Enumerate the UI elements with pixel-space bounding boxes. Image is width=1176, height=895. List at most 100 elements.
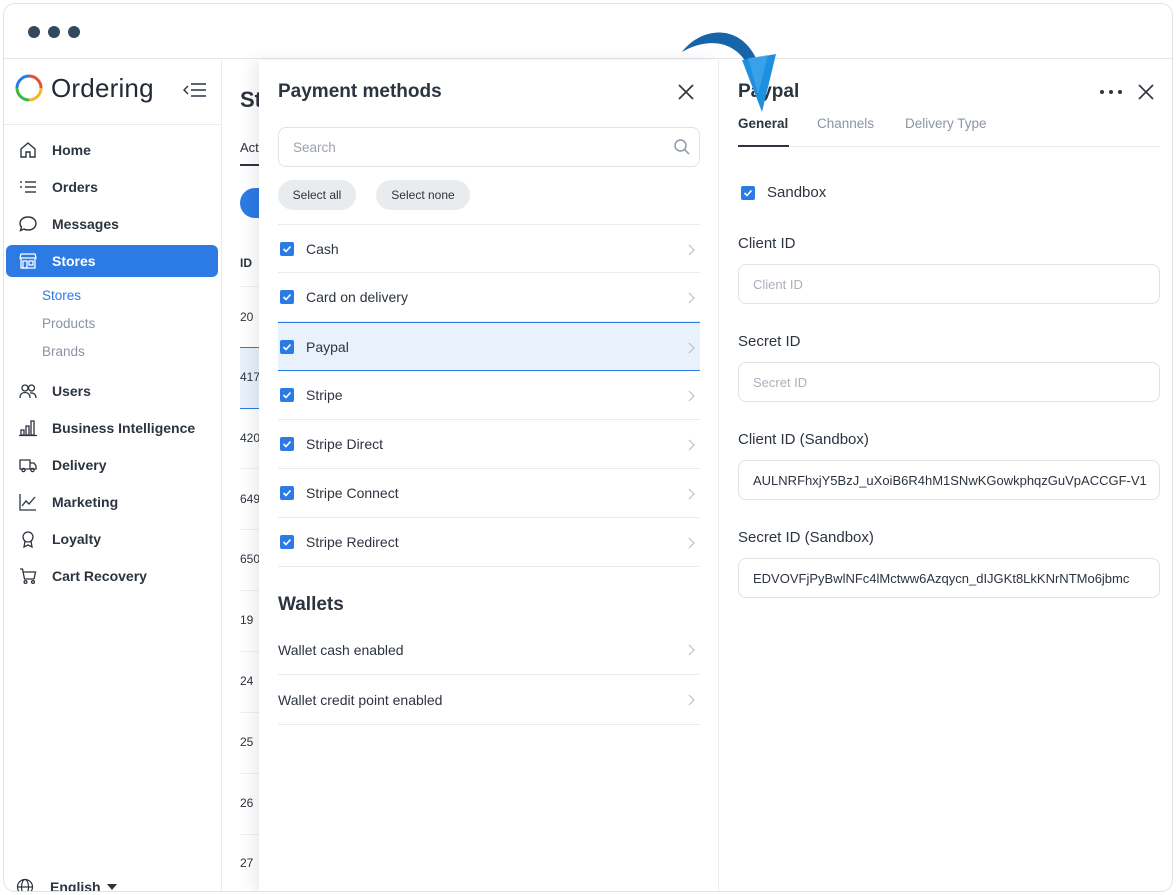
active-tab-underline (738, 145, 789, 147)
collapse-sidebar-icon[interactable] (182, 80, 208, 100)
chevron-right-icon (688, 292, 695, 304)
wallet-row[interactable]: Wallet cash enabled (278, 625, 700, 675)
payment-method-label: Stripe Redirect (306, 534, 399, 550)
chevron-right-icon (688, 644, 695, 656)
brand-logo[interactable]: Ordering (14, 72, 154, 104)
select-none-button[interactable]: Select none (376, 180, 470, 210)
store-id[interactable]: 25 (240, 735, 253, 749)
window-control-dot[interactable] (28, 26, 40, 38)
home-icon (18, 140, 38, 160)
sidebar-item-messages[interactable]: Messages (6, 208, 218, 240)
sidebar-subitem-brands[interactable]: Brands (42, 344, 85, 359)
store-id[interactable]: 650 (240, 552, 260, 566)
sidebar-item-business-intelligence[interactable]: Business Intelligence (6, 412, 218, 444)
payment-method-row[interactable]: Stripe (278, 371, 700, 420)
check-icon (282, 245, 292, 253)
sidebar-item-label: Delivery (52, 457, 107, 473)
payment-method-label: Paypal (306, 338, 349, 355)
panel-title: Payment methods (278, 81, 442, 102)
store-id[interactable]: 420 (240, 431, 260, 445)
payment-method-row[interactable]: Cash (278, 224, 700, 273)
secret-id-label: Secret ID (738, 333, 801, 350)
sidebar-item-label: Loyalty (52, 531, 102, 547)
sidebar-item-label: Home (52, 142, 91, 158)
app-window: Ordering Home Orders Messages Stores Sto… (3, 3, 1173, 892)
store-id[interactable]: 417 (240, 370, 260, 384)
payment-method-row[interactable]: Stripe Direct (278, 420, 700, 469)
store-id[interactable]: 19 (240, 613, 253, 627)
sidebar-item-label: Marketing (52, 494, 119, 510)
check-icon (282, 489, 292, 497)
chevron-right-icon (688, 244, 695, 256)
check-icon (282, 538, 292, 546)
sidebar-subitem-products[interactable]: Products (42, 316, 95, 331)
sandbox-toggle[interactable]: Sandbox (739, 184, 826, 201)
award-icon (18, 529, 38, 549)
checkbox-checked[interactable] (280, 388, 294, 402)
payment-method-label: Stripe Connect (306, 485, 399, 501)
wallet-label: Wallet cash enabled (278, 641, 404, 658)
store-id[interactable]: 20 (240, 310, 253, 324)
payment-method-row[interactable]: Stripe Redirect (278, 518, 700, 567)
client-id-sandbox-label: Client ID (Sandbox) (738, 431, 869, 448)
window-control-dot[interactable] (48, 26, 60, 38)
secret-id-sandbox-label: Secret ID (Sandbox) (738, 529, 874, 546)
caret-down-icon (106, 884, 117, 890)
secret-id-field[interactable] (738, 362, 1160, 402)
payment-method-row[interactable]: Card on delivery (278, 273, 700, 322)
window-control-dot[interactable] (68, 26, 80, 38)
stores-page-background: St Act ID 20 417 420 649 650 19 24 25 26… (223, 60, 263, 891)
sidebar-item-home[interactable]: Home (6, 134, 218, 166)
store-id[interactable]: 27 (240, 856, 253, 870)
sidebar-item-stores[interactable]: Stores (6, 245, 218, 277)
check-icon (282, 391, 292, 399)
payment-method-label: Cash (306, 240, 339, 257)
sidebar-subitem-stores[interactable]: Stores (42, 288, 81, 303)
check-icon (743, 189, 753, 197)
checkbox-checked[interactable] (280, 437, 294, 451)
secret-id-sandbox-field[interactable] (738, 558, 1160, 598)
checkbox-checked[interactable] (741, 185, 755, 200)
payment-method-label: Stripe Direct (306, 436, 384, 452)
tab-delivery-type[interactable]: Delivery Type (905, 116, 987, 131)
sidebar-item-marketing[interactable]: Marketing (6, 486, 218, 518)
chevron-right-icon (688, 694, 695, 706)
search-icon[interactable] (673, 138, 691, 156)
checkbox-checked[interactable] (280, 290, 294, 304)
sidebar-item-loyalty[interactable]: Loyalty (6, 523, 218, 555)
select-all-button[interactable]: Select all (278, 180, 356, 210)
wallet-row[interactable]: Wallet credit point enabled (278, 675, 700, 725)
store-id[interactable]: 26 (240, 796, 253, 810)
sidebar-item-orders[interactable]: Orders (6, 171, 218, 203)
sidebar-item-cart-recovery[interactable]: Cart Recovery (6, 560, 218, 592)
chevron-right-icon (688, 439, 695, 451)
store-id[interactable]: 649 (240, 492, 260, 506)
chevron-right-icon (688, 342, 695, 354)
store-id[interactable]: 24 (240, 674, 253, 688)
sidebar-item-users[interactable]: Users (6, 375, 218, 407)
sidebar-divider (4, 124, 221, 125)
chevron-right-icon (688, 537, 695, 549)
payment-method-row[interactable]: Stripe Connect (278, 469, 700, 518)
close-icon[interactable] (1136, 82, 1156, 102)
payment-methods-panel: Payment methods Select all Select none C… (259, 60, 719, 891)
store-icon (18, 251, 38, 271)
cart-icon (18, 566, 38, 586)
client-id-field[interactable] (738, 264, 1160, 304)
checkbox-checked[interactable] (280, 339, 294, 354)
checkbox-checked[interactable] (280, 486, 294, 500)
client-id-label: Client ID (738, 235, 796, 252)
search-input[interactable] (279, 128, 659, 166)
more-options-icon[interactable] (1100, 82, 1122, 102)
tab-active[interactable]: Act (240, 140, 259, 155)
payment-method-row-selected[interactable]: Paypal (278, 322, 700, 371)
check-icon (282, 293, 292, 301)
sidebar-item-delivery[interactable]: Delivery (6, 449, 218, 481)
client-id-sandbox-field[interactable] (738, 460, 1160, 500)
checkbox-checked[interactable] (280, 241, 294, 256)
tab-channels[interactable]: Channels (817, 116, 874, 131)
sidebar-item-label: Messages (52, 216, 119, 232)
id-column-header: ID (240, 256, 252, 270)
language-selector[interactable]: English (16, 878, 117, 891)
checkbox-checked[interactable] (280, 535, 294, 549)
